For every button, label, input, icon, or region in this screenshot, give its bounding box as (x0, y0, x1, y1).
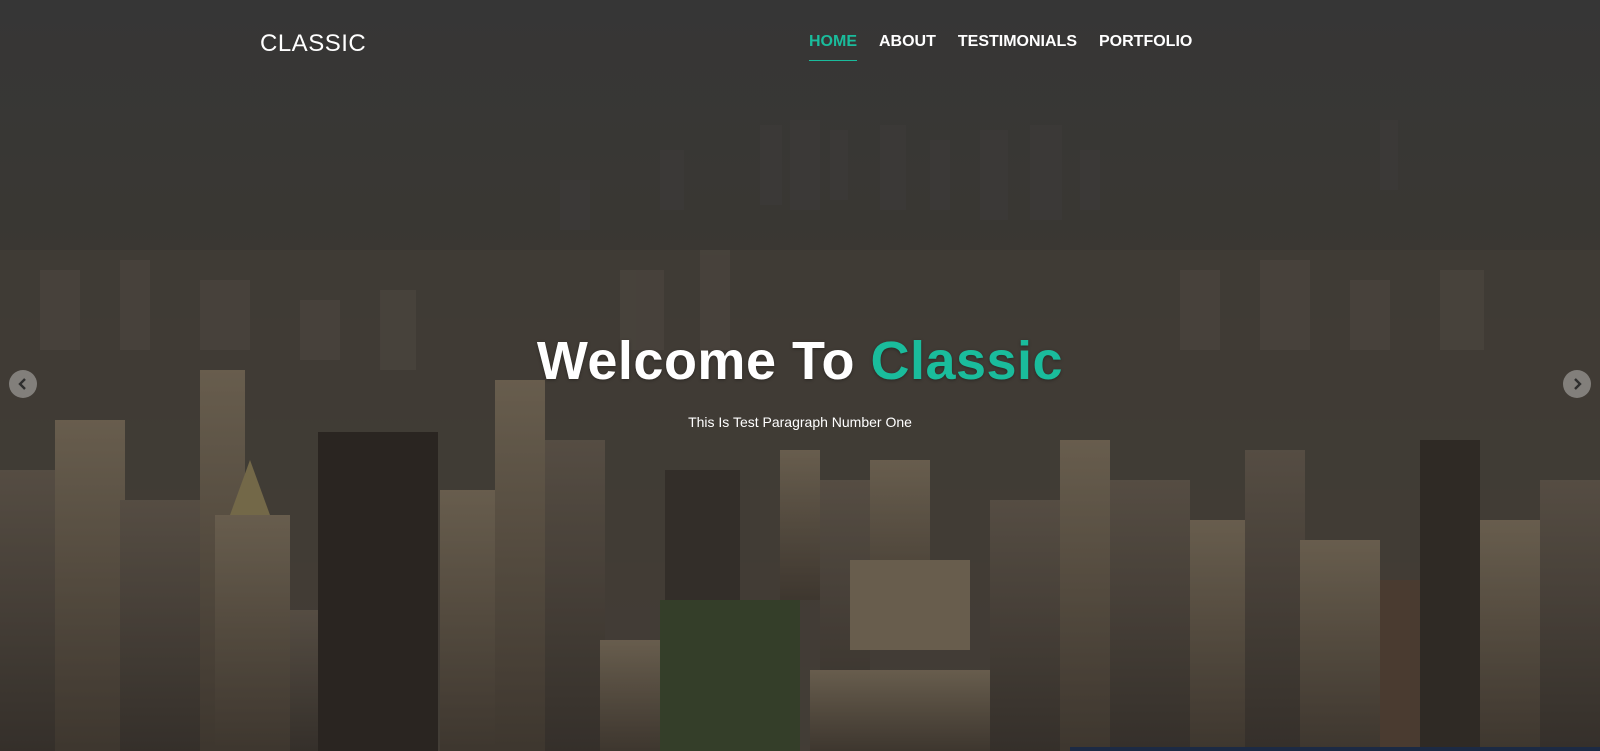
nav-link-portfolio[interactable]: PORTFOLIO (1099, 33, 1192, 62)
bottom-strip (1070, 747, 1600, 751)
nav-item-testimonials: TESTIMONIALS (958, 33, 1077, 62)
hero-title: Welcome To Classic (0, 330, 1600, 392)
nav-item-home: HOME (809, 33, 857, 62)
nav-link-about[interactable]: ABOUT (879, 33, 936, 62)
carousel-prev-button[interactable] (9, 370, 37, 398)
nav-item-about: ABOUT (879, 33, 936, 62)
nav-link-home[interactable]: HOME (809, 33, 857, 61)
nav-menu: HOME ABOUT TESTIMONIALS PORTFOLIO (809, 33, 1192, 62)
navbar: CLASSIC HOME ABOUT TESTIMONIALS PORTFOLI… (0, 0, 1600, 90)
nav-item-portfolio: PORTFOLIO (1099, 33, 1192, 62)
nav-link-testimonials[interactable]: TESTIMONIALS (958, 33, 1077, 62)
hero-carousel: CLASSIC HOME ABOUT TESTIMONIALS PORTFOLI… (0, 0, 1600, 751)
hero-title-prefix: Welcome To (536, 331, 871, 391)
carousel-next-button[interactable] (1563, 370, 1591, 398)
hero-caption: Welcome To Classic This Is Test Paragrap… (0, 330, 1600, 430)
hero-subtitle: This Is Test Paragraph Number One (688, 414, 912, 430)
hero-title-accent: Classic (870, 331, 1064, 391)
chevron-right-icon (1574, 378, 1582, 390)
chevron-left-icon (18, 378, 26, 390)
brand-logo-link[interactable]: CLASSIC (260, 30, 366, 58)
